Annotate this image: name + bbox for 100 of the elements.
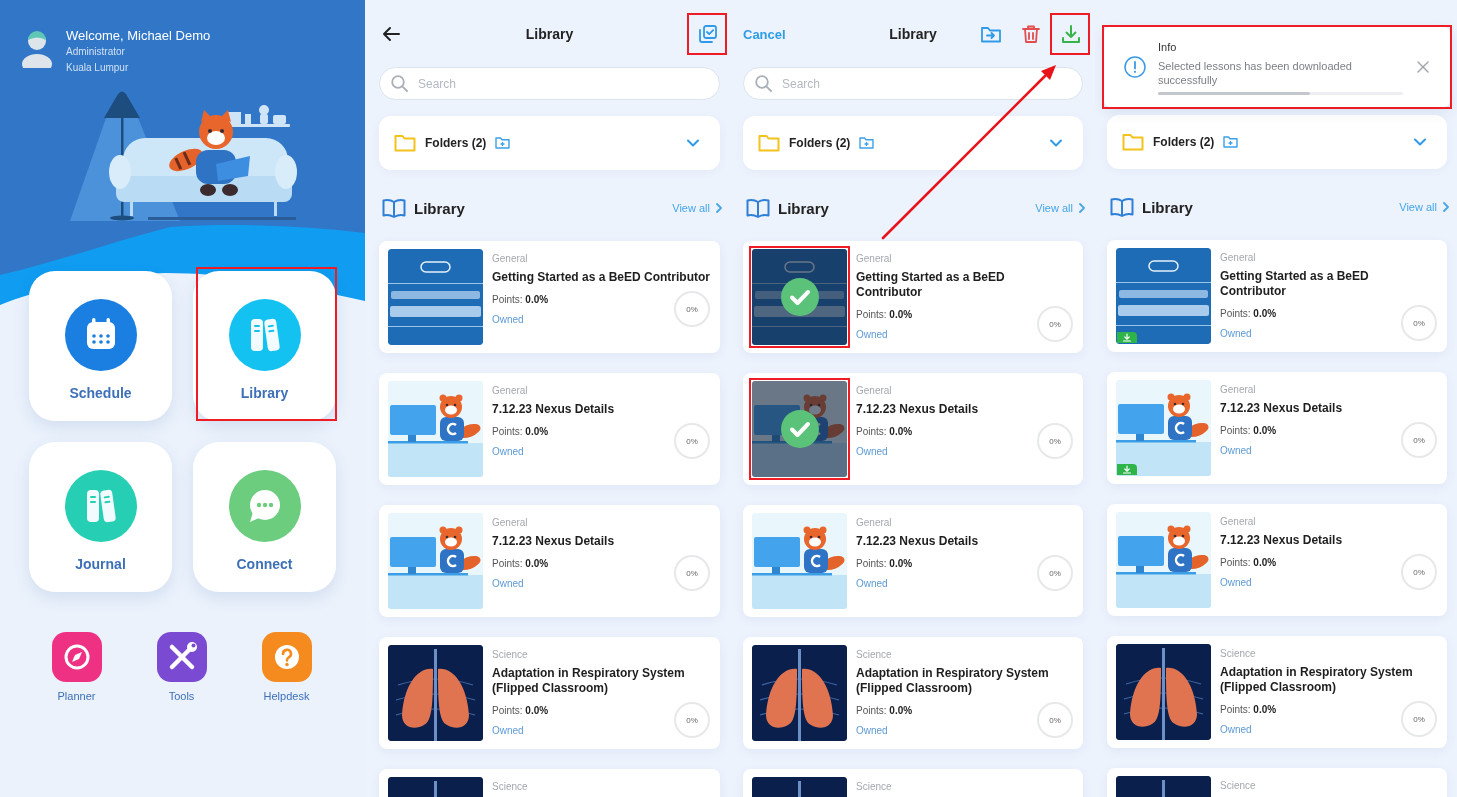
info-icon bbox=[1124, 56, 1146, 78]
ownership-status: Owned bbox=[1220, 722, 1253, 736]
progress-ring: 0% bbox=[674, 555, 710, 591]
select-icon[interactable] bbox=[698, 24, 718, 44]
ownership-status: Owned bbox=[856, 444, 889, 458]
ownership-status: Owned bbox=[492, 576, 525, 590]
ownership-status: Owned bbox=[1220, 326, 1253, 340]
shortcut-button[interactable]: Helpdesk bbox=[261, 632, 312, 703]
progress-ring: 0% bbox=[1037, 702, 1073, 738]
lesson-card[interactable]: General 7.12.23 Nexus Details Points: 0.0% Owned 0% bbox=[379, 373, 720, 485]
points-text: Points: 0.0% bbox=[1220, 702, 1277, 716]
search-field[interactable]: Search bbox=[743, 67, 1083, 100]
lesson-title: Getting Started as a BeED Contributor bbox=[856, 270, 1006, 300]
toast-title: Info bbox=[1158, 39, 1178, 54]
points-text: Points: 0.0% bbox=[492, 556, 549, 570]
ownership-status: Owned bbox=[856, 723, 889, 737]
welcome-text: Welcome, Michael Demo bbox=[66, 28, 211, 44]
add-folder-icon[interactable] bbox=[859, 137, 875, 149]
book-icon bbox=[382, 197, 406, 219]
avatar-icon bbox=[22, 28, 52, 68]
folders-bar[interactable]: Folders (2) bbox=[1107, 115, 1447, 169]
move-to-folder-icon[interactable] bbox=[981, 24, 1001, 44]
check-circle-icon[interactable] bbox=[780, 278, 819, 316]
search-icon bbox=[755, 75, 772, 92]
lesson-card[interactable]: General 7.12.23 Nexus Details Points: 0.0% Owned 0% bbox=[1107, 372, 1447, 484]
progress-ring: 0% bbox=[1401, 554, 1437, 590]
lesson-title: Getting Started as a BeED Contributor bbox=[1220, 269, 1370, 299]
lesson-card[interactable]: Science Adaptation in Respiratory System (Flipped Classroom) Points: 0.0% Owned 0% bbox=[1107, 636, 1447, 748]
chevron-right-icon bbox=[1079, 203, 1085, 213]
screen-title: Library bbox=[525, 26, 574, 42]
lesson-title: Adaptation in Respiratory System (Flipped Classroom) bbox=[492, 666, 686, 696]
chevron-down-icon[interactable] bbox=[1050, 139, 1062, 147]
check-circle-icon[interactable] bbox=[780, 410, 819, 448]
book-icon bbox=[746, 197, 770, 219]
lesson-title: Adaptation in Respiratory System (Flipped Classroom) bbox=[856, 666, 1050, 696]
shortcut-button[interactable]: Planner bbox=[51, 632, 102, 703]
user-role: Administrator bbox=[66, 45, 126, 59]
lesson-category: General bbox=[856, 253, 893, 265]
lesson-category: General bbox=[492, 517, 529, 529]
lesson-card[interactable]: General Getting Started as a BeED Contributor Points: 0.0% Owned 0% bbox=[743, 241, 1083, 353]
lesson-category: Science bbox=[1220, 648, 1257, 660]
lesson-card[interactable]: General Getting Started as a BeED Contributor Points: 0.0% Owned 0% bbox=[379, 241, 720, 353]
lesson-card[interactable]: General 7.12.23 Nexus Details Points: 0.0% Owned 0% bbox=[1107, 504, 1447, 616]
ownership-status: Owned bbox=[1220, 443, 1253, 457]
folder-icon bbox=[758, 134, 780, 152]
lesson-category: General bbox=[856, 385, 893, 397]
lesson-title: 7.12.23 Nexus Details bbox=[492, 402, 616, 417]
progress-ring: 0% bbox=[674, 423, 710, 459]
section-title: Library bbox=[414, 199, 465, 217]
folder-icon bbox=[1122, 133, 1144, 151]
points-text: Points: 0.0% bbox=[492, 292, 549, 306]
lesson-title: 7.12.23 Nexus Details bbox=[1220, 401, 1344, 416]
points-text: Points: 0.0% bbox=[856, 307, 913, 321]
progress-ring: 0% bbox=[1401, 701, 1437, 737]
ownership-status: Owned bbox=[492, 312, 525, 326]
chevron-down-icon[interactable] bbox=[687, 139, 699, 147]
toast-message: Selected lessons has been downloaded successfully bbox=[1158, 58, 1353, 87]
folder-icon bbox=[394, 134, 416, 152]
lesson-title: 7.12.23 Nexus Details bbox=[492, 534, 616, 549]
progress-ring: 0% bbox=[1037, 306, 1073, 342]
lesson-category: General bbox=[492, 385, 529, 397]
points-text: Points: 0.0% bbox=[1220, 306, 1277, 320]
points-text: Points: 0.0% bbox=[856, 703, 913, 717]
lesson-card[interactable]: General Getting Started as a BeED Contributor Points: 0.0% Owned 0% bbox=[1107, 240, 1447, 352]
lesson-title: 7.12.23 Nexus Details bbox=[1220, 533, 1344, 548]
lesson-card[interactable]: Science Adaptation in Respiratory System (Flipped Classroom) Points: 0.0% Owned 0% bbox=[379, 637, 720, 749]
search-field[interactable]: Search bbox=[379, 67, 720, 100]
lesson-category: Science bbox=[856, 649, 893, 661]
lesson-category: General bbox=[1220, 252, 1257, 264]
user-location: Kuala Lumpur bbox=[66, 61, 130, 75]
progress-ring: 0% bbox=[674, 702, 710, 738]
lesson-card[interactable]: General 7.12.23 Nexus Details Points: 0.0% Owned 0% bbox=[743, 505, 1083, 617]
lesson-category: Science bbox=[856, 781, 893, 793]
shortcut-button[interactable]: Tools bbox=[156, 632, 207, 703]
lesson-category: General bbox=[492, 253, 529, 265]
add-folder-icon[interactable] bbox=[1223, 136, 1239, 148]
close-icon[interactable] bbox=[1417, 61, 1429, 73]
ownership-status: Owned bbox=[492, 444, 525, 458]
chevron-down-icon[interactable] bbox=[1414, 138, 1426, 146]
back-arrow-icon[interactable] bbox=[382, 26, 400, 42]
add-folder-icon[interactable] bbox=[495, 137, 511, 149]
lesson-card[interactable]: Science Adaptation in Respiratory System (Flipped Classroom) Points: 0.0% Owned 0% bbox=[743, 637, 1083, 749]
points-text: Points: 0.0% bbox=[492, 703, 549, 717]
folders-bar[interactable]: Folders (2) bbox=[743, 116, 1083, 170]
lesson-card[interactable]: General 7.12.23 Nexus Details Points: 0.0% Owned 0% bbox=[743, 373, 1083, 485]
lesson-title: 7.12.23 Nexus Details bbox=[856, 534, 980, 549]
chevron-right-icon bbox=[716, 203, 722, 213]
screen-title: Library bbox=[889, 26, 937, 42]
progress-ring: 0% bbox=[1037, 423, 1073, 459]
folders-label: Folders (2) bbox=[425, 136, 487, 150]
folders-bar[interactable]: Folders (2) bbox=[379, 116, 720, 170]
menu-tile[interactable]: Connect bbox=[193, 442, 336, 592]
menu-tile[interactable]: Journal bbox=[29, 442, 172, 592]
download-icon[interactable] bbox=[1061, 24, 1081, 44]
section-title: Library bbox=[778, 199, 829, 217]
lesson-card[interactable]: General 7.12.23 Nexus Details Points: 0.0% Owned 0% bbox=[379, 505, 720, 617]
menu-tile[interactable]: Library bbox=[193, 271, 336, 421]
menu-tile[interactable]: Schedule bbox=[29, 271, 172, 421]
lesson-title: Getting Started as a BeED Contributor bbox=[492, 270, 711, 285]
trash-icon[interactable] bbox=[1021, 24, 1041, 44]
